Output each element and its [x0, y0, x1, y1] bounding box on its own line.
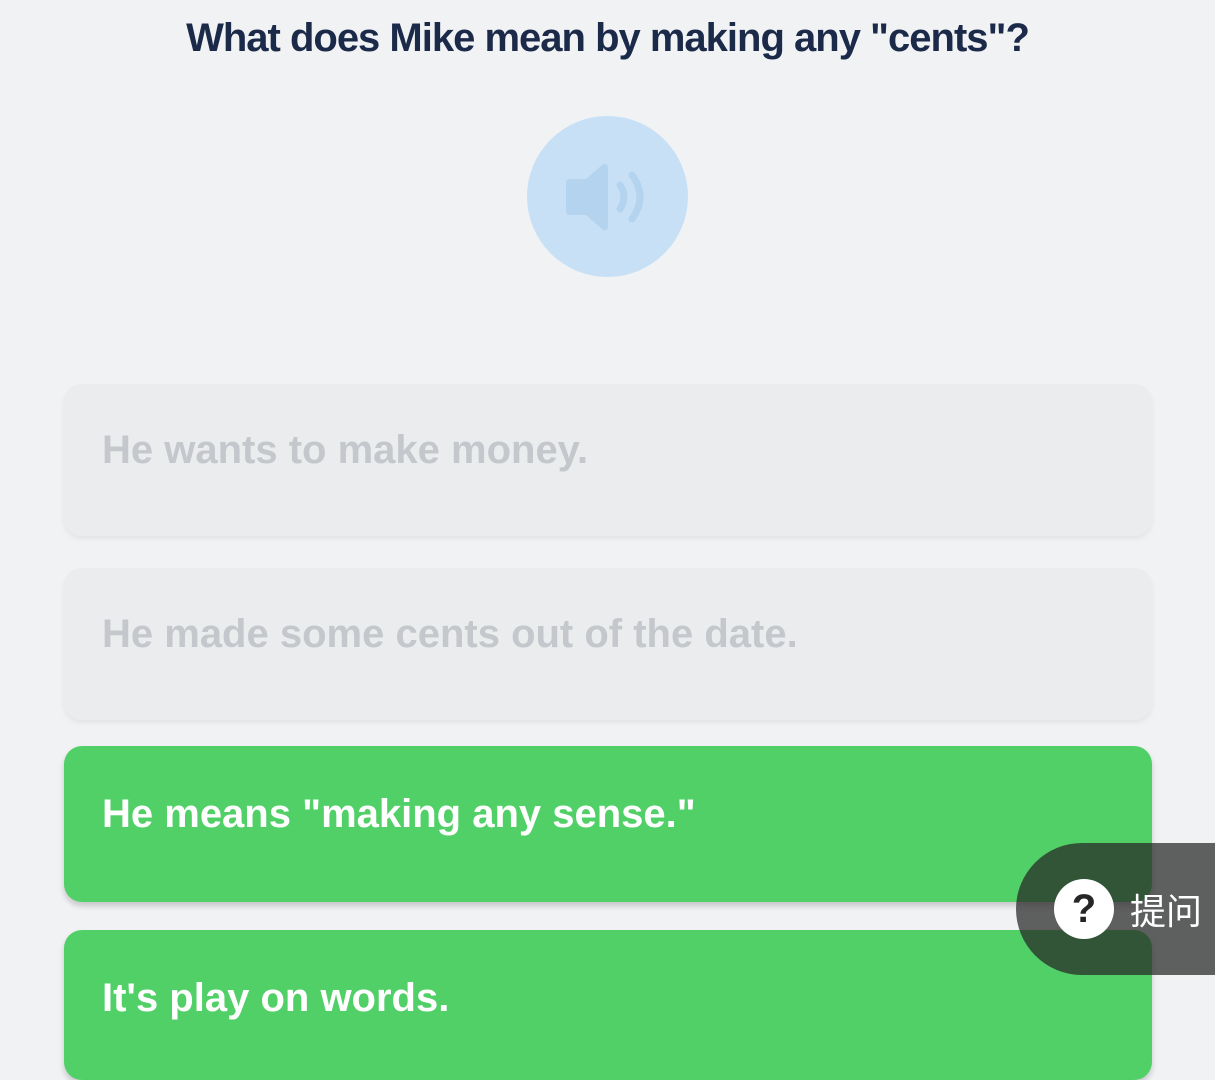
answer-option-2[interactable]: He made some cents out of the date.	[64, 568, 1152, 720]
answer-option-label: He wants to make money.	[102, 427, 589, 472]
audio-play-button[interactable]	[527, 116, 688, 277]
ask-question-label: 提问	[1130, 892, 1203, 933]
question-mark-icon: ?	[1054, 879, 1114, 939]
answer-option-label: It's play on words.	[102, 976, 450, 1020]
ask-question-button[interactable]: ? 提问	[1016, 843, 1215, 975]
answer-option-label: He made some cents out of the date.	[102, 611, 798, 656]
answer-option-1[interactable]: He wants to make money.	[64, 384, 1152, 536]
speaker-icon	[565, 163, 643, 230]
answer-option-label: He means "making any sense."	[102, 791, 696, 836]
answer-option-4[interactable]: It's play on words.	[64, 930, 1152, 1080]
question-title: What does Mike mean by making any "cents…	[186, 16, 1030, 60]
answer-option-3[interactable]: He means "making any sense."	[64, 746, 1152, 902]
